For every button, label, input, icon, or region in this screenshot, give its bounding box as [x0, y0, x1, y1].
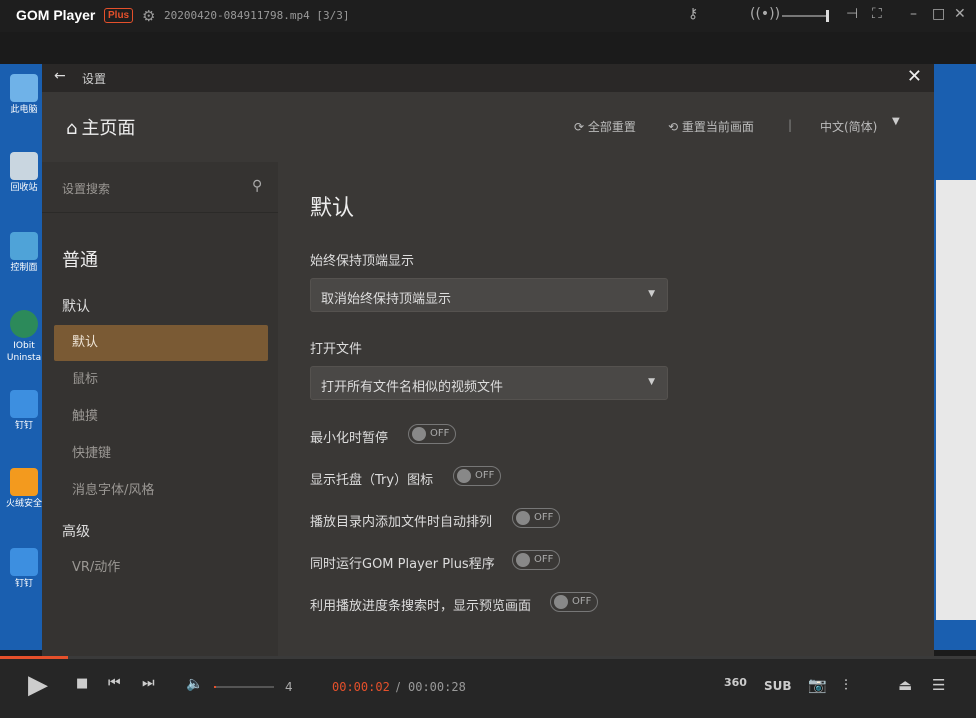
chevron-down-icon[interactable]: ▼	[892, 116, 900, 127]
next-icon[interactable]: ⏭	[142, 675, 155, 691]
playlist-icon[interactable]: ☰	[932, 676, 945, 694]
gear-icon[interactable]: ⚙	[142, 7, 155, 25]
total-time: 00:00:28	[408, 680, 466, 694]
vr-360-button[interactable]: 360	[724, 676, 747, 689]
home-icon: ⌂	[66, 118, 77, 139]
opacity-slider[interactable]	[782, 15, 826, 17]
dialog-title-bar: ← 设置 ✕	[42, 64, 934, 92]
dialog-title: 设置	[82, 70, 106, 87]
pin-icon[interactable]: ⊣	[846, 6, 858, 22]
settings-dialog: ← 设置 ✕ ⌂主页面 ⟳ 全部重置 ⟲ 重置当前画面 | 中文(简体) ▼ 设…	[42, 64, 934, 656]
section-title: 默认	[310, 190, 354, 222]
toggle-switch[interactable]: OFF	[512, 550, 560, 570]
app-logo: GOM Player	[16, 7, 95, 23]
broadcast-icon[interactable]: ((•))	[750, 6, 780, 22]
plus-badge: Plus	[104, 8, 133, 23]
refresh-icon: ⟲	[668, 120, 678, 134]
chevron-down-icon: ▼	[648, 377, 655, 387]
control-bar: ▶ ■ ⏮ ⏭ 🔈 4 00:00:02 / 00:00:28 360 SUB …	[0, 656, 976, 718]
sidebar-category-general[interactable]: 普通	[62, 246, 98, 272]
equalizer-icon[interactable]: ⫶	[844, 676, 848, 694]
subtitle-button[interactable]: SUB	[764, 679, 792, 693]
current-time: 00:00:02	[332, 680, 390, 694]
camera-icon[interactable]: 📷	[808, 676, 827, 694]
close-icon[interactable]: ✕	[907, 66, 922, 87]
settings-header: ⌂主页面 ⟳ 全部重置 ⟲ 重置当前画面 | 中文(简体) ▼	[42, 92, 934, 162]
volume-value: 4	[285, 680, 293, 694]
sidebar-item-shortcut[interactable]: 快捷键	[54, 436, 268, 472]
desktop-icon-recycle: 回收站	[6, 152, 42, 194]
title-bar: GOM Player Plus ⚙ 20200420-084911798.mp4…	[0, 0, 976, 32]
settings-search[interactable]: 设置搜索 ⚲	[42, 162, 278, 213]
reset-current-button[interactable]: ⟲ 重置当前画面	[668, 118, 754, 135]
desktop-icon-huorong: 火绒安全	[6, 468, 42, 510]
desktop-icon-control: 控制面	[6, 232, 42, 274]
sidebar-item-touch[interactable]: 触摸	[54, 399, 268, 435]
fullscreen-icon[interactable]: ⛶	[872, 6, 882, 22]
desktop-icon-computer: 此电脑	[6, 74, 42, 116]
sidebar-item-default[interactable]: 默认	[54, 325, 268, 361]
reset-all-button[interactable]: ⟳ 全部重置	[574, 118, 636, 135]
settings-sidebar: 设置搜索 ⚲ 普通 默认 默认 鼠标 触摸 快捷键 消息字体/风格 高级 VR/…	[42, 162, 278, 656]
toggle-switch[interactable]: OFF	[512, 508, 560, 528]
sidebar-item-mouse[interactable]: 鼠标	[54, 362, 268, 398]
sidebar-group-default[interactable]: 默认	[62, 296, 90, 316]
desktop-icon-dingtalk-2: 钉钉	[6, 548, 42, 590]
seek-bar-fill	[0, 656, 68, 659]
play-icon[interactable]: ▶	[28, 670, 48, 700]
refresh-icon: ⟳	[574, 120, 584, 134]
file-name: 20200420-084911798.mp4 [3/3]	[164, 9, 349, 22]
seek-bar[interactable]	[0, 656, 976, 659]
maximize-icon[interactable]: □	[932, 6, 945, 22]
volume-icon[interactable]: 🔈	[186, 676, 203, 692]
sidebar-item-vr[interactable]: VR/动作	[54, 550, 268, 586]
toggle-switch[interactable]: OFF	[453, 466, 501, 486]
volume-slider[interactable]	[214, 686, 274, 688]
minimize-icon[interactable]: –	[910, 6, 917, 22]
stop-icon[interactable]: ■	[76, 676, 88, 691]
back-arrow-icon[interactable]: ←	[54, 68, 66, 84]
time-separator: /	[396, 680, 400, 694]
always-on-top-label: 始终保持顶端显示	[310, 250, 414, 269]
eject-icon[interactable]: ⏏	[898, 676, 912, 694]
header-separator: |	[788, 118, 792, 132]
toggle-switch[interactable]: OFF	[408, 424, 456, 444]
home-heading: ⌂主页面	[66, 114, 135, 140]
sidebar-group-advanced[interactable]: 高级	[62, 521, 90, 541]
always-on-top-select[interactable]: 取消始终保持顶端显示 ▼	[310, 278, 668, 312]
open-file-select[interactable]: 打开所有文件名相似的视频文件 ▼	[310, 366, 668, 400]
open-file-label: 打开文件	[310, 338, 362, 357]
search-input[interactable]: 设置搜索	[62, 180, 110, 197]
opacity-slider-knob[interactable]	[826, 10, 829, 22]
language-select[interactable]: 中文(简体)	[820, 118, 877, 135]
settings-main: 默认 始终保持顶端显示 取消始终保持顶端显示 ▼ 打开文件 打开所有文件名相似的…	[278, 162, 934, 656]
volume-fill	[214, 686, 216, 688]
background-window	[936, 180, 976, 620]
desktop-icon-dingtalk: 钉钉	[6, 390, 42, 432]
key-icon[interactable]: ⚷	[688, 6, 698, 22]
previous-icon[interactable]: ⏮	[108, 675, 121, 691]
close-window-icon[interactable]: ✕	[954, 6, 966, 22]
toggle-switch[interactable]: OFF	[550, 592, 598, 612]
chevron-down-icon: ▼	[648, 289, 655, 299]
sidebar-item-font-style[interactable]: 消息字体/风格	[54, 473, 268, 509]
desktop-icon-iobit: IObit Uninsta	[6, 310, 42, 364]
search-icon[interactable]: ⚲	[252, 178, 262, 194]
